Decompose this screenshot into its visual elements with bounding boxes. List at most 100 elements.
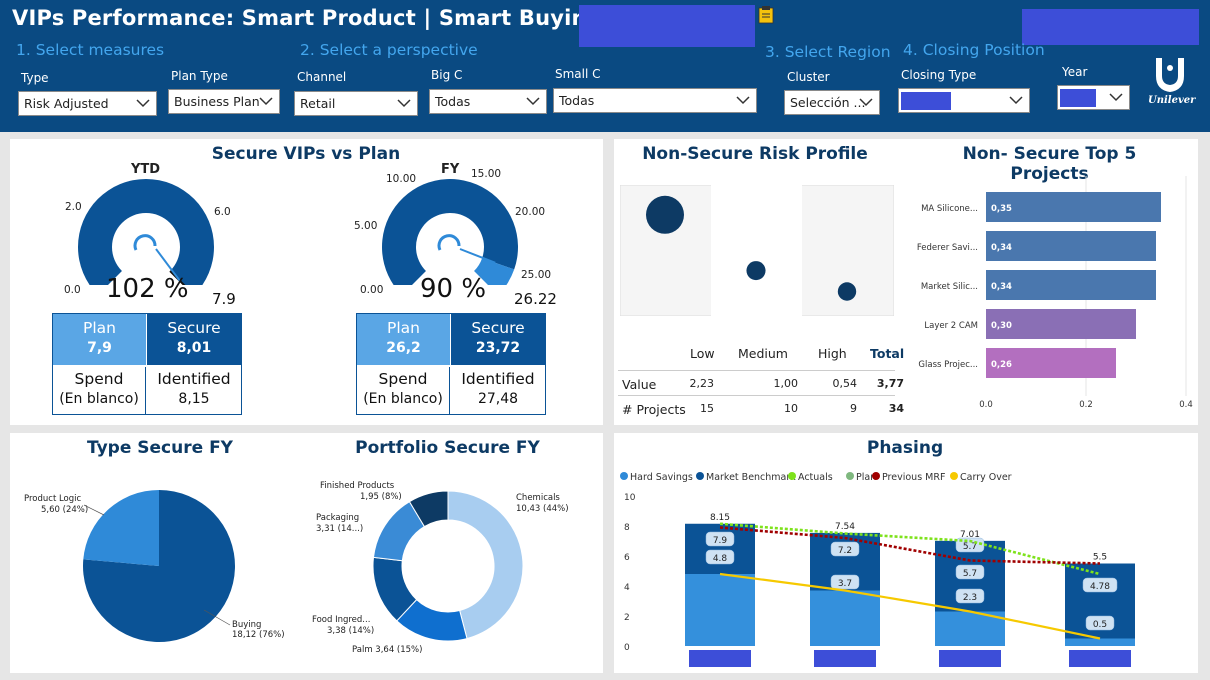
risk-profile-title: Non-Secure Risk Profile [642,144,868,164]
phasing-y-tick-0: 0 [624,643,630,653]
phasing-inner-label-2-1: 7.2 [838,546,852,556]
fy-tick-max: 26.22 [514,290,557,308]
channel-filter-label: Channel [297,70,347,84]
year-filter-label: Year [1062,65,1088,79]
ytd-secure-cell: Secure 8,01 [147,314,241,365]
closing-type-filter-label: Closing Type [901,68,977,82]
ytd-gauge-knob [133,234,157,251]
phasing-y-tick-2: 2 [624,613,630,623]
secure-vips-title: Secure VIPs vs Plan [211,144,401,164]
fy-identified-label: Identified [461,370,535,388]
fy-percent: 90 % [420,274,487,304]
ytd-tick-0: 0.0 [64,284,81,296]
pie-slice-product-logic [83,490,159,566]
chevron-down-icon [526,97,540,106]
donut-label-1: Chemicals [516,493,560,503]
page-title: VIPs Performance: Smart Product | Smart … [12,6,648,30]
top5-bar-1 [986,192,1161,222]
pie-label-product-logic: Product Logic [24,494,82,504]
phasing-bar-hard-savings-4 [1065,638,1135,646]
risk-row-value-label: Value [622,377,657,392]
redacted-block-2 [1022,9,1199,45]
legend-label-6: Carry Over [960,472,1012,483]
plan-type-filter-label: Plan Type [171,69,228,83]
phasing-total-1: 8.15 [710,513,730,523]
portfolio-donut: Chemicals10,43 (44%) Palm 3,64 (15%) Food … [312,481,569,655]
top5-category-label-2: Federer Savi... [917,243,978,253]
type-filter-label: Type [21,71,49,85]
plan-type-dropdown-value: Business Plan [174,94,260,109]
donut-value-3: 3,38 (14%) [327,626,374,636]
phasing-inner-label-1-1: 7.9 [713,536,728,546]
risk-projects-high: 9 [850,402,857,415]
risk-col-high: High [818,346,847,361]
legend-label-2: Market Benchmark [706,472,796,483]
risk-bubble-high [837,282,857,301]
ytd-secure-label: Secure [167,319,221,337]
ytd-secure-value: 8,01 [176,340,212,356]
fy-tick-15: 15.00 [471,168,502,180]
donut-label-2: Palm 3,64 (15%) [352,645,422,655]
phasing-axis-redacted-1 [689,650,751,667]
top5-category-label-3: Market Silic... [921,282,978,292]
top5-category-label-4: Layer 2 CAM [924,321,978,331]
phasing-total-2: 7.54 [835,522,855,532]
redacted-block [579,5,755,47]
step-1-label: 1. Select measures [16,41,165,59]
risk-value-low: 2,23 [689,377,715,390]
fy-spend-label: Spend [378,370,428,388]
phasing-axis-redacted-3 [939,650,1001,667]
phasing-bar-market-benchmark-1 [685,523,755,574]
fy-gauge [382,179,518,285]
risk-value-high: 0,54 [832,377,858,390]
ytd-identified-label: Identified [157,370,231,388]
small-c-dropdown[interactable]: Todas [553,88,757,113]
type-secure-title: Type Secure FY [87,438,233,458]
donut-label-5: Finished Products [320,481,395,491]
top5-axis-tick-0.0: 0.0 [979,400,993,410]
cluster-filter-label: Cluster [787,70,830,84]
phasing-inner-label-4-2: 0.5 [1093,620,1107,630]
chevron-down-icon [1009,96,1023,105]
fy-spend-value: (En blanco) [363,391,443,407]
fy-spend-cell: Spend (En blanco) [357,367,450,414]
year-dropdown[interactable] [1057,85,1130,110]
risk-bubble-chart [620,185,894,316]
chevron-down-icon [136,99,150,108]
phasing-inner-label-1-2: 4.8 [713,554,728,564]
legend-dot-4 [846,472,854,480]
fy-secure-label: Secure [471,319,525,337]
clipboard-icon[interactable] [758,5,776,25]
ytd-spend-cell: Spend (En blanco) [53,367,146,414]
ytd-spend-label: Spend [74,370,124,388]
type-dropdown[interactable]: Risk Adjusted [18,91,157,116]
big-c-dropdown[interactable]: Todas [429,89,547,114]
channel-dropdown[interactable]: Retail [294,91,418,116]
type-dropdown-value: Risk Adjusted [24,96,109,111]
phasing-bar-hard-savings-1 [685,574,755,646]
fy-secure-value: 23,72 [475,340,521,356]
legend-label-5: Previous MRF [882,472,945,483]
pie-value-buying: 18,12 (76%) [232,630,285,640]
risk-value-medium: 1,00 [773,377,799,390]
pie-label-buying: Buying [232,620,261,630]
ytd-percent: 102 % [106,274,189,304]
fy-plan-cell: Plan 26,2 [357,314,450,365]
fy-secure-cell: Secure 23,72 [451,314,545,365]
top5-value-label-4: 0,30 [991,321,1012,331]
phasing-line-carry-over [719,572,1101,640]
cluster-dropdown[interactable]: Selección ... [784,90,880,115]
fy-identified-cell: Identified 27,48 [451,367,545,414]
plan-type-dropdown[interactable]: Business Plan [168,89,280,114]
phasing-y-tick-10: 10 [624,493,636,503]
risk-col-medium: Medium [738,346,788,361]
closing-type-dropdown[interactable] [898,88,1030,113]
pie-value-product-logic: 5,60 (24%) [41,505,88,515]
legend-dot-1 [620,472,628,480]
chevron-down-icon [397,99,411,108]
step-3-label: 3. Select Region [765,43,891,61]
phasing-total-4: 5.5 [1093,553,1107,563]
big-c-dropdown-value: Todas [435,94,471,109]
risk-table-divider-2 [618,395,895,396]
risk-projects-medium: 10 [784,402,798,415]
